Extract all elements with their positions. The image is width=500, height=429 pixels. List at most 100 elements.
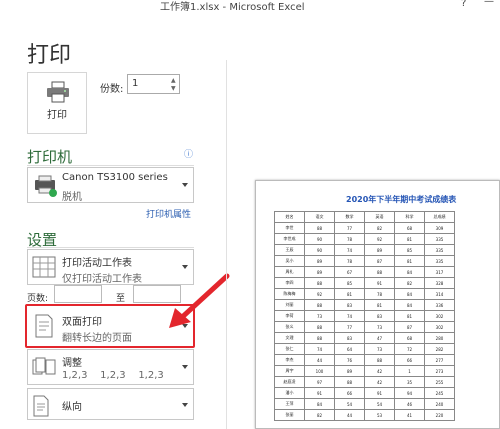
settings-divider [27,247,194,248]
printer-status: 脱机 [62,192,82,203]
preview-cell: 66 [394,354,425,366]
preview-cell: 91 [304,387,335,399]
preview-cell: 张丽 [274,409,305,421]
page-title: 打印 [27,43,72,68]
help-button[interactable]: ? [461,0,466,9]
preview-cell: 73 [304,310,335,322]
preview-cell: 314 [424,288,455,300]
preview-row: 张丽 82 44 53 41 220 [274,409,455,421]
orientation-dropdown[interactable]: 纵向 [27,388,194,420]
worksheet-grid-icon [32,256,56,278]
preview-cell: 85 [334,277,365,289]
preview-cell: 336 [424,299,455,311]
preview-cell: 89 [304,266,335,278]
preview-cell: 吴小 [274,255,305,267]
preview-cell: 88 [334,376,365,388]
preview-header-row: 姓名 语文 数学 英语 科学 总成绩 [274,211,455,223]
preview-cell: 李世成 [274,233,305,245]
preview-cell: 文理 [274,332,305,344]
preview-cell: 91 [364,277,395,289]
print-button-label: 打印 [47,110,67,121]
preview-cell: 335 [424,233,455,245]
preview-cell: 76 [334,354,365,366]
preview-cell: 47 [364,332,395,344]
preview-cell: 73 [364,321,395,333]
preview-cell: 94 [394,387,425,399]
printer-icon [47,81,69,103]
preview-cell: 42 [364,376,395,388]
preview-cell: 81 [394,310,425,322]
chevron-down-icon [182,183,188,188]
preview-cell: 89 [334,365,365,377]
preview-cell: 82 [304,409,335,421]
preview-cell: 88 [304,222,335,234]
preview-cell: 王辰 [274,244,305,256]
preview-cell: 88 [304,299,335,311]
preview-cell: 1 [394,365,425,377]
preview-cell: 42 [364,365,395,377]
preview-cell: 83 [334,299,365,311]
orientation-title: 纵向 [62,402,82,413]
copies-stepper[interactable]: ▲ ▼ [171,77,176,93]
chevron-down-icon [182,402,188,407]
preview-cell: 84 [394,266,425,278]
preview-cell: 78 [334,233,365,245]
collate-dropdown[interactable]: 调整 1,2,3 1,2,3 1,2,3 [27,349,194,385]
preview-cell: 280 [424,332,455,344]
preview-row: 文理 88 83 47 68 280 [274,332,455,344]
chevron-down-icon [182,365,188,370]
preview-cell: 88 [304,332,335,344]
copies-label: 份数: [100,84,124,95]
preview-cell: 97 [304,376,335,388]
preview-cell: 陈梅梅 [274,288,305,300]
preview-cell: 89 [304,255,335,267]
preview-row: 李荷 73 74 83 81 302 [274,310,455,322]
print-scope-title: 打印活动工作表 [62,258,132,269]
preview-row: 李世 88 77 82 68 309 [274,222,455,234]
preview-row: 张义 88 77 73 87 302 [274,321,455,333]
preview-cell: 张仁 [274,343,305,355]
preview-cell: 273 [424,365,455,377]
pane-divider [226,60,227,429]
collate-icon [32,357,56,375]
preview-cell: 78 [364,288,395,300]
pages-to-label: 至 [116,294,126,304]
preview-cell: 82 [394,277,425,289]
chevron-down-icon [182,265,188,270]
printer-properties-link[interactable]: 打印机属性 [146,207,191,220]
preview-cell: 潘小 [274,387,305,399]
printer-divider [27,165,194,166]
preview-cell: 77 [334,222,365,234]
preview-column-header: 英语 [364,211,395,223]
preview-cell: 73 [364,343,395,355]
preview-cell: 81 [394,233,425,245]
preview-cell: 赵庭凌 [274,376,305,388]
preview-cell: 87 [394,321,425,333]
preview-row: 王萍 84 54 54 46 240 [274,398,455,410]
print-button[interactable]: 打印 [27,72,87,134]
preview-cell: 54 [364,398,395,410]
preview-cell: 335 [424,244,455,256]
preview-row: 赵庭凌 97 88 42 35 255 [274,376,455,388]
preview-row: 陈梅梅 92 81 78 84 314 [274,288,455,300]
preview-column-header: 语文 [304,211,335,223]
preview-cell: 88 [304,277,335,289]
preview-cell: 90 [304,244,335,256]
preview-cell: 77 [334,321,365,333]
print-settings-pane: 打印 打印 份数: 1 ▲ ▼ 打印机 ⓘ Canon TS3100 series… [0,0,230,429]
preview-cell: 周宇 [274,365,305,377]
preview-cell: 68 [394,332,425,344]
preview-cell: 35 [394,376,425,388]
preview-cell: 88 [304,321,335,333]
preview-cell: 84 [394,288,425,300]
preview-cell: 李世 [274,222,305,234]
pages-from-input[interactable] [54,285,102,303]
collate-title: 调整 [62,358,82,369]
preview-cell: 87 [364,255,395,267]
portrait-page-icon [33,395,49,417]
info-icon[interactable]: ⓘ [184,147,193,160]
minimize-button[interactable]: — [484,0,494,7]
preview-column-header: 总成绩 [424,211,455,223]
printer-dropdown[interactable]: Canon TS3100 series 脱机 [27,167,194,203]
preview-cell: 85 [394,244,425,256]
